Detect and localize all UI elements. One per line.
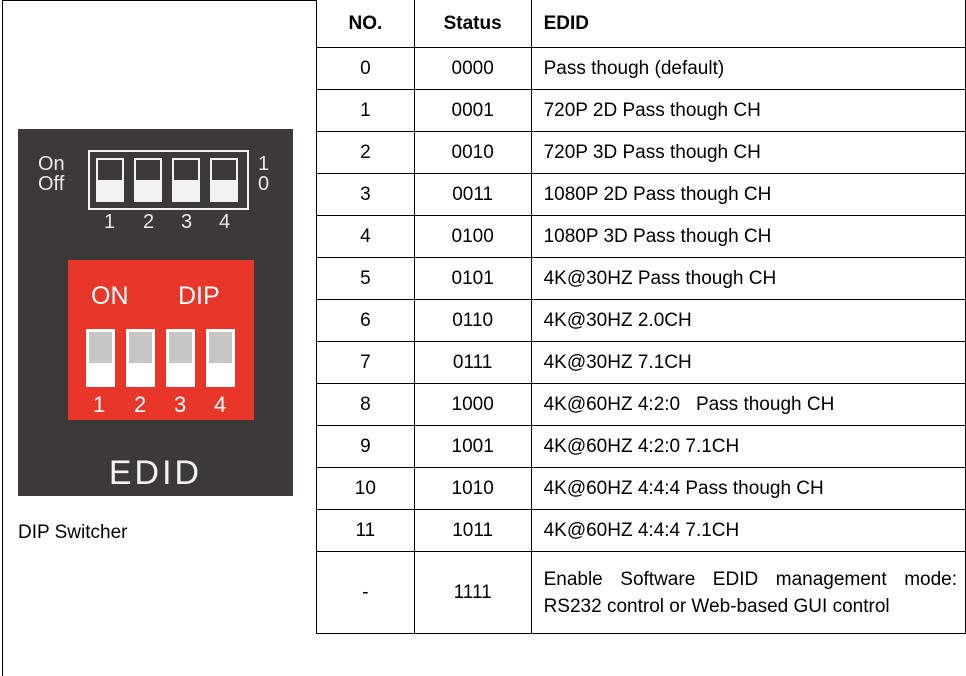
table-row: 9 1001 4K@60HZ 4:2:0 7.1CH	[316, 425, 966, 468]
dip-number: 4	[214, 392, 227, 417]
cell-no: 1	[316, 89, 415, 132]
switch-legend-slot	[96, 158, 124, 202]
cell-edid: 4K@30HZ 7.1CH	[530, 341, 966, 384]
cell-status: 0011	[413, 173, 532, 216]
dip-switch-3	[166, 329, 195, 387]
cell-no: 2	[316, 131, 415, 174]
cell-edid: 4K@60HZ 4:2:0 Pass though CH	[530, 383, 966, 426]
edid-table: NO. Status EDID 0 0000 Pass though (defaul…	[316, 0, 966, 634]
dip-switch-1	[86, 329, 115, 387]
cell-status: 0110	[413, 299, 532, 342]
cell-no: 10	[316, 467, 415, 510]
switch-legend-frame	[88, 150, 249, 210]
cell-status: 0010	[413, 131, 532, 174]
table-row: 2 0010 720P 3D Pass though CH	[316, 131, 966, 174]
cell-edid: 4K@30HZ 2.0CH	[530, 299, 966, 342]
table-row: 3 0011 1080P 2D Pass though CH	[316, 173, 966, 216]
header-status: Status	[413, 0, 532, 48]
switch-legend-slot	[210, 158, 238, 202]
table-row: 4 0100 1080P 3D Pass though CH	[316, 215, 966, 258]
cell-edid: Pass though (default)	[530, 47, 966, 90]
switch-number: 1	[104, 211, 116, 233]
dip-switch-4	[206, 329, 235, 387]
one-label: 1	[258, 153, 270, 175]
header-no: NO.	[316, 0, 415, 48]
cell-edid: 4K@30HZ Pass though CH	[530, 257, 966, 300]
dip-number: 2	[134, 392, 147, 417]
cell-status: 1011	[413, 509, 532, 552]
table-row: 5 0101 4K@30HZ Pass though CH	[316, 257, 966, 300]
table-row: 6 0110 4K@30HZ 2.0CH	[316, 299, 966, 342]
table-header-row: NO. Status EDID	[316, 0, 966, 48]
cell-no: 4	[316, 215, 415, 258]
table-row: 11 1011 4K@60HZ 4:4:4 7.1CH	[316, 509, 966, 552]
left-top-border	[2, 0, 316, 1]
switch-legend-slot	[134, 158, 162, 202]
dip-switch-diagram: On Off 1 0 1 2 3 4 ON DIP 1 2 3 4 EDID	[18, 129, 293, 496]
dip-number: 1	[93, 392, 106, 417]
edid-title: EDID	[108, 454, 203, 492]
switch-number: 2	[143, 211, 155, 233]
cell-edid: 1080P 3D Pass though CH	[530, 215, 966, 258]
switch-legend-slot	[172, 158, 200, 202]
cell-edid: 720P 3D Pass though CH	[530, 131, 966, 174]
dip-on-label: ON	[91, 282, 129, 310]
cell-edid: 720P 2D Pass though CH	[530, 89, 966, 132]
dip-number: 3	[174, 392, 187, 417]
table-row: 1 0001 720P 2D Pass though CH	[316, 89, 966, 132]
header-edid: EDID	[530, 0, 966, 48]
cell-edid: 1080P 2D Pass though CH	[530, 173, 966, 216]
off-label: Off	[38, 173, 65, 195]
cell-status: 0111	[413, 341, 532, 384]
cell-status: 1010	[413, 467, 532, 510]
cell-status: 1000	[413, 383, 532, 426]
cell-no: -	[316, 551, 415, 634]
cell-no: 11	[316, 509, 415, 552]
cell-no: 8	[316, 383, 415, 426]
cell-status: 0101	[413, 257, 532, 300]
table-row: 7 0111 4K@30HZ 7.1CH	[316, 341, 966, 384]
cell-status: 0100	[413, 215, 532, 258]
diagram-caption: DIP Switcher	[18, 522, 128, 543]
dip-label: DIP	[178, 282, 220, 310]
table-row: 10 1010 4K@60HZ 4:4:4 Pass though CH	[316, 467, 966, 510]
dip-switch-block: ON DIP 1 2 3 4	[68, 260, 254, 420]
cell-no: 9	[316, 425, 415, 468]
cell-edid: 4K@60HZ 4:4:4 Pass though CH	[530, 467, 966, 510]
cell-no: 3	[316, 173, 415, 216]
cell-edid: Enable Software EDID management mode: RS…	[530, 551, 966, 634]
cell-no: 7	[316, 341, 415, 384]
cell-edid: 4K@60HZ 4:2:0 7.1CH	[530, 425, 966, 468]
switch-number: 3	[181, 211, 193, 233]
table-row: -1111 Enable Software EDID management mod…	[316, 551, 966, 634]
cell-status: 1001	[413, 425, 532, 468]
cell-status: 0001	[413, 89, 532, 132]
dip-switch-2	[126, 329, 155, 387]
left-border	[2, 0, 3, 676]
cell-edid: 4K@60HZ 4:4:4 7.1CH	[530, 509, 966, 552]
cell-no: 5	[316, 257, 415, 300]
on-label: On	[38, 153, 65, 175]
cell-no: 0	[316, 47, 415, 90]
switch-number: 4	[219, 211, 231, 233]
table-row: 0 0000 Pass though (default)	[316, 47, 966, 90]
cell-status: 0000	[413, 47, 532, 90]
zero-label: 0	[258, 173, 270, 195]
cell-no: 6	[316, 299, 415, 342]
cell-status: 1111	[413, 551, 532, 634]
table-row: 8 1000 4K@60HZ 4:2:0 Pass though CH	[316, 383, 966, 426]
